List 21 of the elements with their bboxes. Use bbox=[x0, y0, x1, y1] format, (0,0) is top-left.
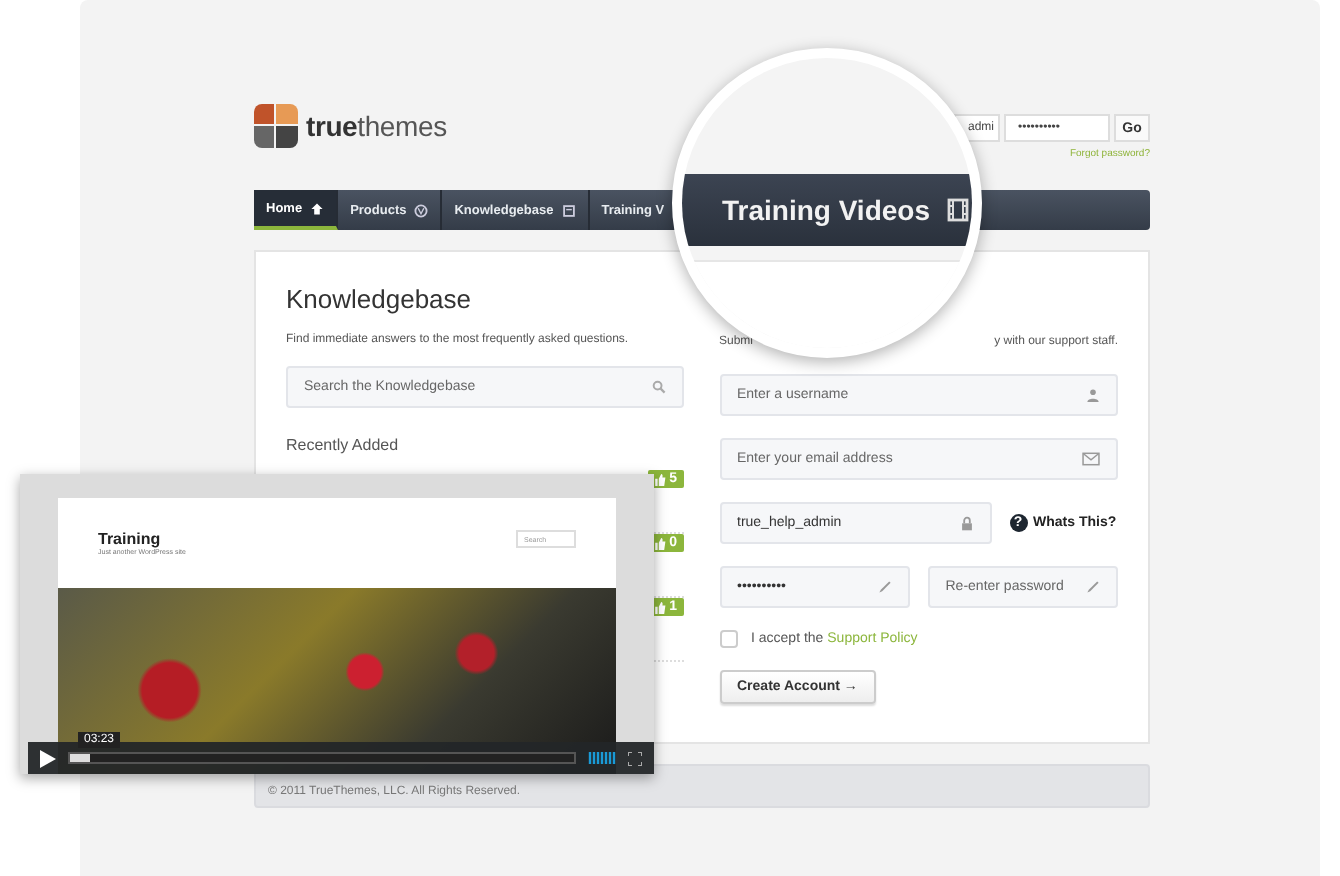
volume-icon[interactable] bbox=[588, 752, 616, 764]
film-icon bbox=[946, 198, 970, 222]
thumbs-up-icon bbox=[653, 537, 666, 549]
fullscreen-icon[interactable] bbox=[628, 751, 642, 765]
thumbs-up-icon bbox=[653, 601, 666, 613]
site-title: Training bbox=[98, 530, 163, 548]
lock-icon bbox=[959, 515, 973, 531]
book-icon bbox=[561, 203, 576, 217]
thumbs-up-icon bbox=[653, 473, 666, 485]
user-icon bbox=[1086, 388, 1100, 402]
section-title: Knowledgebase bbox=[286, 284, 474, 314]
progress-track[interactable] bbox=[68, 752, 576, 764]
section-heading: Recently Added bbox=[286, 436, 401, 454]
checkbox[interactable] bbox=[719, 630, 737, 648]
envelope-icon bbox=[1082, 452, 1100, 466]
search-icon bbox=[651, 380, 665, 394]
logo-text: truethemes bbox=[306, 110, 447, 142]
home-icon bbox=[310, 201, 325, 215]
pencil-icon bbox=[1086, 580, 1100, 594]
pencil-icon bbox=[877, 580, 892, 594]
logo-icon bbox=[254, 104, 298, 148]
